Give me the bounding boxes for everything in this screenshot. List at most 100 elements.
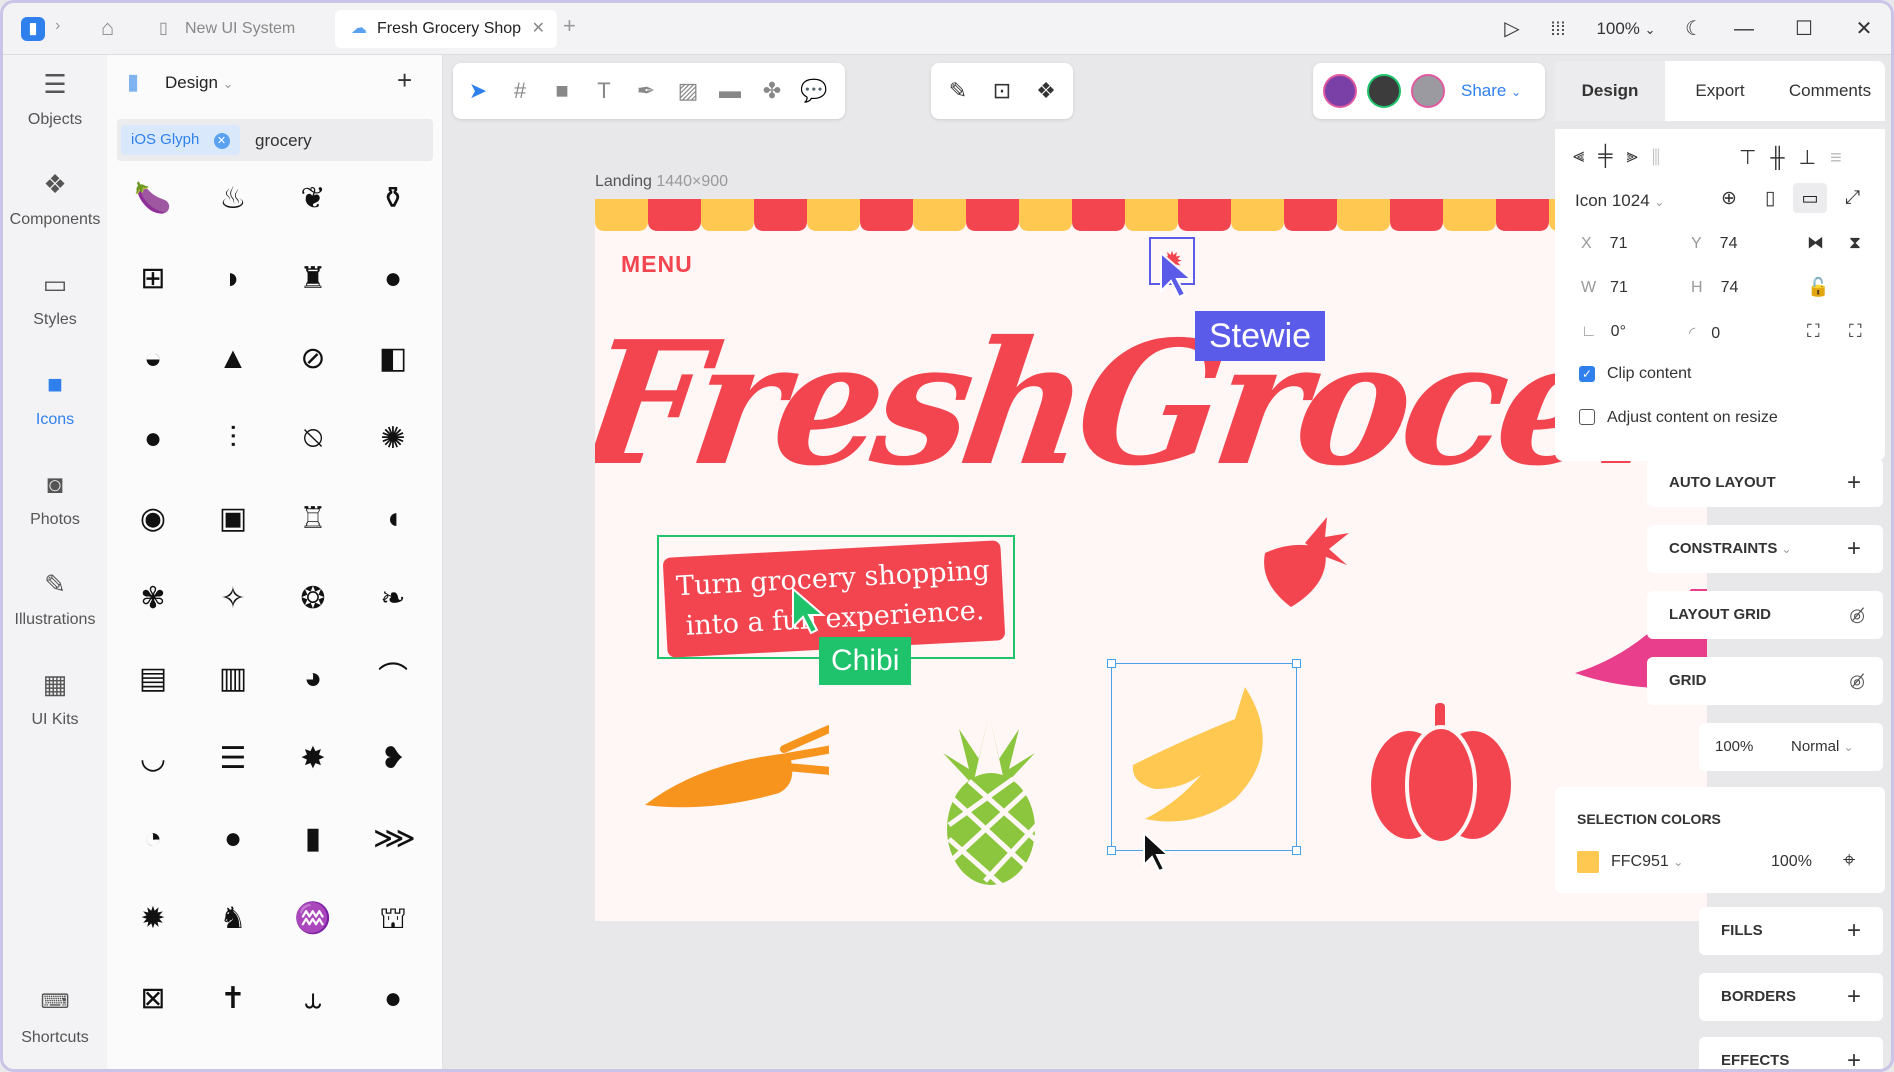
cooking-pot-icon[interactable]: ♨ [213,179,253,219]
constraints-section[interactable]: CONSTRAINTS ⌄ + [1647,525,1883,573]
target-icon[interactable]: ⌖ [1843,847,1855,873]
effects-section[interactable]: EFFECTS + [1699,1037,1883,1069]
rectangle-tool-icon[interactable]: ■ [543,63,581,119]
zoom-dropdown[interactable]: 100% ⌄ [1587,13,1665,45]
chef-icon[interactable]: ♜ [293,259,333,299]
add-auto-layout-icon[interactable]: + [1847,459,1861,507]
align-left-icon[interactable]: ⫷ [1573,145,1598,167]
skewer-icon[interactable]: ✧ [213,579,253,619]
strawberry-illustration[interactable] [1255,513,1351,609]
fullscreen-icon[interactable]: ⤢ [1845,187,1860,209]
fish-skeleton-icon[interactable]: ⋙ [373,819,416,859]
color-hex-field[interactable]: FFC951 ⌄ [1611,853,1683,871]
align-center-icon[interactable]: ╪ [1598,145,1626,167]
align-toolbar[interactable]: ⫷╪⫸⦀ [1573,145,1674,168]
sidebar-item-styles[interactable]: ▭ Styles [3,267,107,329]
tab-fresh-grocery-shop[interactable]: ☁ Fresh Grocery Shop ✕ [335,10,557,48]
frame-tool-icon[interactable]: # [501,63,539,119]
dumpling-icon[interactable]: ◒ [133,339,173,379]
radius-field[interactable]: ◜ 0 [1689,323,1720,343]
close-tab-icon[interactable]: ✕ [532,10,545,48]
starburst-icon[interactable]: ✸ [293,739,333,779]
beans-icon[interactable]: ❧ [373,579,413,619]
add-button[interactable]: + [397,65,412,96]
fridge-icon[interactable]: ◧ [373,339,413,379]
sidebar-item-shortcuts[interactable]: ⌨ Shortcuts [3,985,107,1047]
share-button[interactable]: Share ⌄ [1461,81,1521,101]
tab-new-ui-system[interactable]: ▯ New UI System [143,10,333,48]
maximize-icon[interactable]: ☐ [1789,13,1819,45]
carrot-illustration[interactable] [639,723,829,823]
sidebar-item-ui-kits[interactable]: ▦ UI Kits [3,667,107,729]
color-swatch[interactable] [1577,851,1599,873]
distribute-icon[interactable]: ⦀ [1652,145,1674,167]
align-vertical-toolbar[interactable]: ⊤╫⊥≡ [1739,145,1856,170]
eggplant-icon[interactable]: 🍆 [133,179,173,219]
sidebar-item-icons[interactable]: ■ Icons [3,367,107,429]
tab-design[interactable]: Design [1555,61,1665,121]
crop-icon[interactable]: ⊡ [983,63,1021,119]
align-middle-icon[interactable]: ╫ [1770,147,1798,169]
plugins-tool-icon[interactable]: ✤ [753,63,791,119]
scarecrow-icon[interactable]: ✝ [213,979,253,1019]
layer-opacity-blend[interactable]: 100% Normal ⌄ [1699,723,1883,771]
component-tool-icon[interactable]: ▬ [711,63,749,119]
sidebar-item-components[interactable]: ❖ Components [3,167,107,229]
hidden-eye-icon[interactable]: ◎̸ [1849,657,1865,705]
mango-icon[interactable]: ◖ [373,499,413,539]
wheat-icon[interactable]: ❦ [293,179,333,219]
tap-icon[interactable]: ⥿ [293,979,333,1019]
align-bottom-icon[interactable]: ⊥ [1799,147,1830,169]
borders-section[interactable]: BORDERS + [1699,973,1883,1021]
layout-grid-section[interactable]: LAYOUT GRID ◎̸ [1647,591,1883,639]
store-sign-icon[interactable]: ⊞ [133,259,173,299]
home-icon[interactable]: ⌂ [101,15,114,41]
library-title[interactable]: Design ⌄ [165,73,234,93]
seed-icon[interactable]: ◗ [213,259,253,299]
pumpkin-illustration[interactable] [1369,703,1513,843]
frame-label[interactable]: Landing 1440×900 [595,173,728,191]
oven-icon[interactable]: ▣ [213,499,253,539]
no-fruit-icon[interactable]: ⊘ [293,339,333,379]
app-logo-icon[interactable]: ▮ [21,17,45,41]
no-food-box-icon[interactable]: ⊠ [133,979,173,1019]
resize-handle[interactable] [1292,659,1301,668]
fills-section[interactable]: FILLS + [1699,907,1883,955]
pickle-icon[interactable]: ⌒ [373,659,413,699]
adjust-content-checkbox[interactable]: Adjust content on resize [1579,409,1778,427]
landing-frame[interactable]: MENU FreshGroceryShop Turn grocery shopp… [595,199,1707,921]
filter-chip[interactable]: iOS Glyph ✕ [121,125,240,155]
chili-icon[interactable]: ❥ [373,739,413,779]
add-border-icon[interactable]: + [1847,973,1861,1021]
egg-icon[interactable]: ● [373,259,413,299]
add-component-icon[interactable]: ⊕ [1721,187,1737,210]
banana-illustration[interactable] [1125,679,1285,829]
opacity-field[interactable]: 100% [1715,738,1753,755]
search-bar[interactable]: iOS Glyph ✕ grocery [117,119,433,161]
comment-tool-icon[interactable]: 💬 [795,63,833,119]
pencil-icon[interactable]: ✎ [939,63,977,119]
add-fill-icon[interactable]: + [1847,907,1861,955]
resize-handle[interactable] [1292,846,1301,855]
plum-icon[interactable]: ● [373,979,413,1019]
page-icon[interactable]: ▯ [1765,187,1775,210]
hidden-eye-icon[interactable]: ◎̸ [1849,591,1865,639]
menu-link[interactable]: MENU [621,251,693,278]
grid-section[interactable]: GRID ◎̸ [1647,657,1883,705]
add-constraint-icon[interactable]: + [1847,525,1861,573]
takeout-box-icon[interactable]: ⛫ [373,899,413,939]
avatar[interactable] [1367,74,1401,108]
align-top-icon[interactable]: ⊤ [1739,147,1770,169]
bookshelf-icon[interactable]: ▥ [213,659,253,699]
clip-content-checkbox[interactable]: ✓ Clip content [1579,365,1692,383]
citrus-slice-icon[interactable]: ◡ [133,739,173,779]
pen-tool-icon[interactable]: ✒ [627,63,665,119]
x-field[interactable]: X 71 [1581,235,1627,253]
layer-name-dropdown[interactable]: Icon 1024 ⌄ [1575,191,1664,211]
resize-handle[interactable] [1107,846,1116,855]
resize-handle[interactable] [1107,659,1116,668]
fish-bone-icon[interactable]: ⫶ [213,419,253,459]
apps-grid-icon[interactable]: ⁞⁞⁞ [1543,13,1573,45]
hop-icon[interactable]: ❂ [293,579,333,619]
w-field[interactable]: W 71 [1581,279,1628,297]
